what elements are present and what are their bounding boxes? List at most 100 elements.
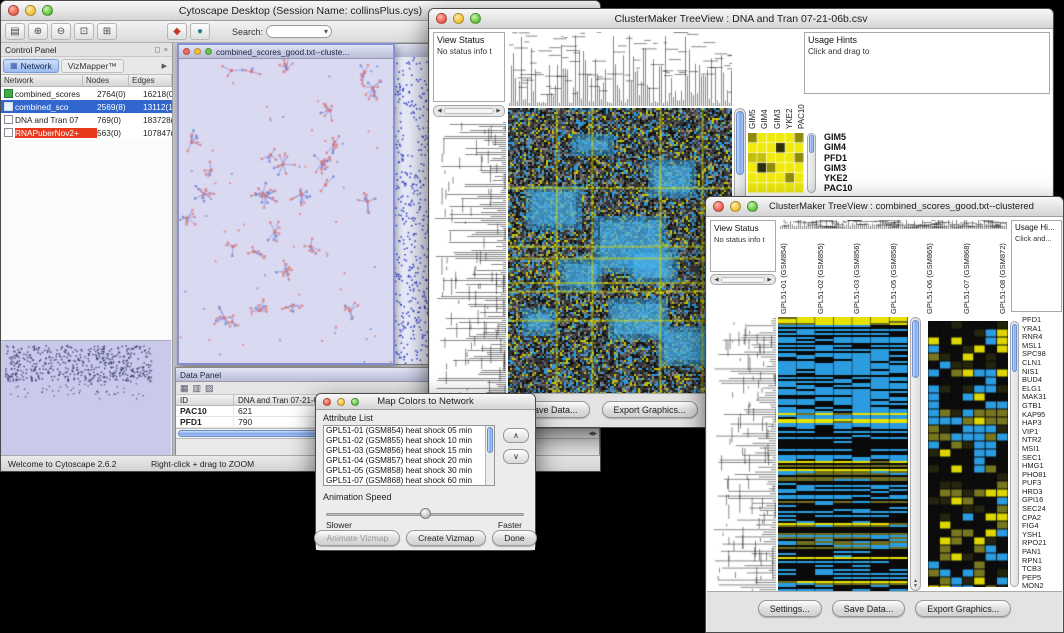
scroll-right-icon[interactable]: ▶ — [494, 108, 503, 114]
plugin-button-1[interactable]: ◆ — [167, 23, 187, 40]
dendrogram-scale-scrollbar[interactable]: ◀ ▶ — [433, 105, 505, 117]
create-vizmap-button[interactable]: Create Vizmap — [406, 530, 486, 546]
heatmap-zoom-view[interactable] — [928, 321, 1008, 587]
birdseye-view[interactable] — [1, 340, 171, 455]
network-tree-row[interactable]: combined_sco 2569(8) 13112(15) — [1, 100, 172, 113]
zoom-vscrollbar[interactable] — [807, 133, 816, 193]
column-label[interactable]: GPL51-07 (GSM868) — [962, 230, 971, 314]
scroll-left-icon[interactable]: ◀ — [712, 277, 721, 283]
zoom-in-button[interactable]: ⊕ — [28, 23, 48, 40]
vscroll-thumb[interactable] — [736, 111, 744, 175]
attribute-list-item[interactable]: GPL51-07 (GSM868) heat shock 60 min — [324, 476, 494, 486]
close-button[interactable] — [323, 398, 331, 406]
treeview-button[interactable]: Save Data... — [832, 600, 906, 617]
tab-overflow-icon[interactable]: ▶ — [162, 62, 170, 70]
open-session-button[interactable]: ▤ — [5, 23, 25, 40]
column-header-network[interactable]: Network — [1, 75, 83, 86]
animate-vizmap-button[interactable]: Animate Vizmap — [314, 530, 400, 546]
move-up-button[interactable]: ∧ — [503, 428, 529, 443]
float-panel-icon[interactable]: ◻ — [154, 45, 160, 54]
child-minimize-icon[interactable] — [194, 48, 201, 55]
column-label[interactable]: GPL51-06 (GSM865) — [925, 230, 934, 314]
network-view-titlebar[interactable]: combined_scores_good.txt--cluste... — [179, 45, 393, 59]
column-label[interactable]: GPL51-03 (GSM856) — [852, 230, 861, 314]
network-tree-row[interactable]: combined_scores 2764(0) 16218(0) — [1, 87, 172, 100]
column-dendrogram[interactable] — [779, 220, 1007, 229]
vscroll-thumb[interactable] — [1012, 324, 1017, 372]
treeview-dna-titlebar[interactable]: ClusterMaker TreeView : DNA and Tran 07-… — [429, 9, 1053, 29]
vscroll-thumb[interactable] — [487, 427, 493, 453]
gene-label[interactable]: GIM4 — [824, 142, 876, 152]
move-down-button[interactable]: ∨ — [503, 449, 529, 464]
column-label[interactable]: GIM5 — [748, 61, 757, 129]
zoom-fit-button[interactable]: ⊡ — [74, 23, 94, 40]
gene-label[interactable]: PAC10 — [824, 183, 876, 193]
network-tree-row[interactable]: RNAPuberNov2+ 563(0) 107847(0) — [1, 126, 172, 139]
column-header-nodes[interactable]: Nodes — [83, 75, 129, 86]
slider-thumb[interactable] — [420, 508, 431, 519]
zoom-button[interactable] — [42, 5, 53, 16]
column-header-edges[interactable]: Edges — [129, 75, 172, 86]
treeview-button[interactable]: Export Graphics... — [915, 600, 1011, 617]
hscroll-arrows-icon[interactable]: ◀▶ — [589, 431, 597, 437]
network-canvas[interactable] — [179, 59, 393, 363]
gene-label[interactable]: GIM3 — [824, 163, 876, 173]
done-button[interactable]: Done — [492, 530, 536, 546]
tab-vizmapper[interactable]: VizMapper™ — [61, 59, 124, 73]
child-zoom-icon[interactable] — [205, 48, 212, 55]
dropdown-arrow-icon[interactable]: ▾ — [324, 27, 328, 36]
close-button[interactable] — [713, 201, 724, 212]
column-label[interactable]: GPL51-08 (GSM872) — [998, 230, 1007, 314]
column-label[interactable]: GPL51-01 (GSM854) — [779, 230, 788, 314]
gene-label[interactable]: YKE2 — [824, 173, 876, 183]
column-label[interactable]: GIM4 — [760, 61, 769, 129]
scroll-left-icon[interactable]: ◀ — [435, 108, 444, 114]
attribute-list-item[interactable]: GPL51-03 (GSM856) heat shock 15 min — [324, 446, 494, 456]
gene-label[interactable]: PFD1 — [824, 153, 876, 163]
attribute-list-item[interactable]: GPL51-05 (GSM858) heat shock 30 min — [324, 466, 494, 476]
column-label[interactable]: GPL51-02 (GSM855) — [816, 230, 825, 314]
close-button[interactable] — [436, 13, 447, 24]
attribute-list-item[interactable]: GPL51-01 (GSM854) heat shock 05 min — [324, 426, 494, 436]
zoom-button[interactable] — [470, 13, 481, 24]
column-label[interactable]: GPL51-05 (GSM858) — [889, 230, 898, 314]
treeview-button[interactable]: Settings... — [758, 600, 822, 617]
minimize-button[interactable] — [730, 201, 741, 212]
scroll-right-icon[interactable]: ▶ — [765, 277, 774, 283]
animation-speed-slider[interactable] — [326, 508, 524, 520]
zoom-region-button[interactable]: ⊞ — [97, 23, 117, 40]
plugin-button-2[interactable]: ● — [190, 23, 210, 40]
column-header-id[interactable]: ID — [176, 395, 234, 405]
vscroll-arrows-icon[interactable]: ▲▼ — [911, 579, 920, 589]
gene-label[interactable]: GIM5 — [824, 132, 876, 142]
scroll-track[interactable] — [721, 277, 765, 283]
heatmap-global-view[interactable] — [778, 317, 908, 591]
network-tree-row[interactable]: DNA and Tran 07 769(0) 183728(0) — [1, 113, 172, 126]
create-attribute-icon[interactable]: ▥ — [193, 383, 202, 394]
minimize-button[interactable] — [25, 5, 36, 16]
attribute-list-item[interactable]: GPL51-04 (GSM857) heat shock 20 min — [324, 456, 494, 466]
vscroll-thumb[interactable] — [809, 135, 814, 153]
zoom-vscrollbar[interactable] — [1010, 321, 1019, 587]
attribute-list-item[interactable]: GPL51-02 (GSM855) heat shock 10 min — [324, 436, 494, 446]
zoom-out-button[interactable]: ⊖ — [51, 23, 71, 40]
list-vscrollbar[interactable] — [485, 426, 494, 485]
minimize-button[interactable] — [453, 13, 464, 24]
dendrogram-scale-scrollbar[interactable]: ◀ ▶ — [710, 274, 776, 285]
tab-network[interactable]: ▦ Network — [3, 59, 59, 73]
gene-label[interactable]: MON2 — [1022, 582, 1062, 591]
delete-attribute-icon[interactable]: ▨ — [205, 383, 214, 394]
scroll-track[interactable] — [444, 108, 494, 114]
dialog-titlebar[interactable]: Map Colors to Network — [316, 394, 535, 410]
row-dendrogram[interactable] — [433, 121, 506, 393]
row-dendrogram[interactable] — [710, 317, 776, 591]
treeview-button[interactable]: Export Graphics... — [602, 401, 698, 418]
vscroll-thumb[interactable] — [912, 320, 919, 378]
select-attributes-icon[interactable]: ▦ — [180, 383, 189, 394]
minimize-button[interactable] — [337, 398, 345, 406]
heatmap-zoom-view[interactable] — [748, 133, 804, 193]
heatmap-global-view[interactable] — [508, 108, 732, 393]
close-button[interactable] — [8, 5, 19, 16]
attribute-listbox[interactable]: GPL51-01 (GSM854) heat shock 05 minGPL51… — [323, 425, 495, 486]
column-dendrogram[interactable] — [508, 32, 732, 106]
